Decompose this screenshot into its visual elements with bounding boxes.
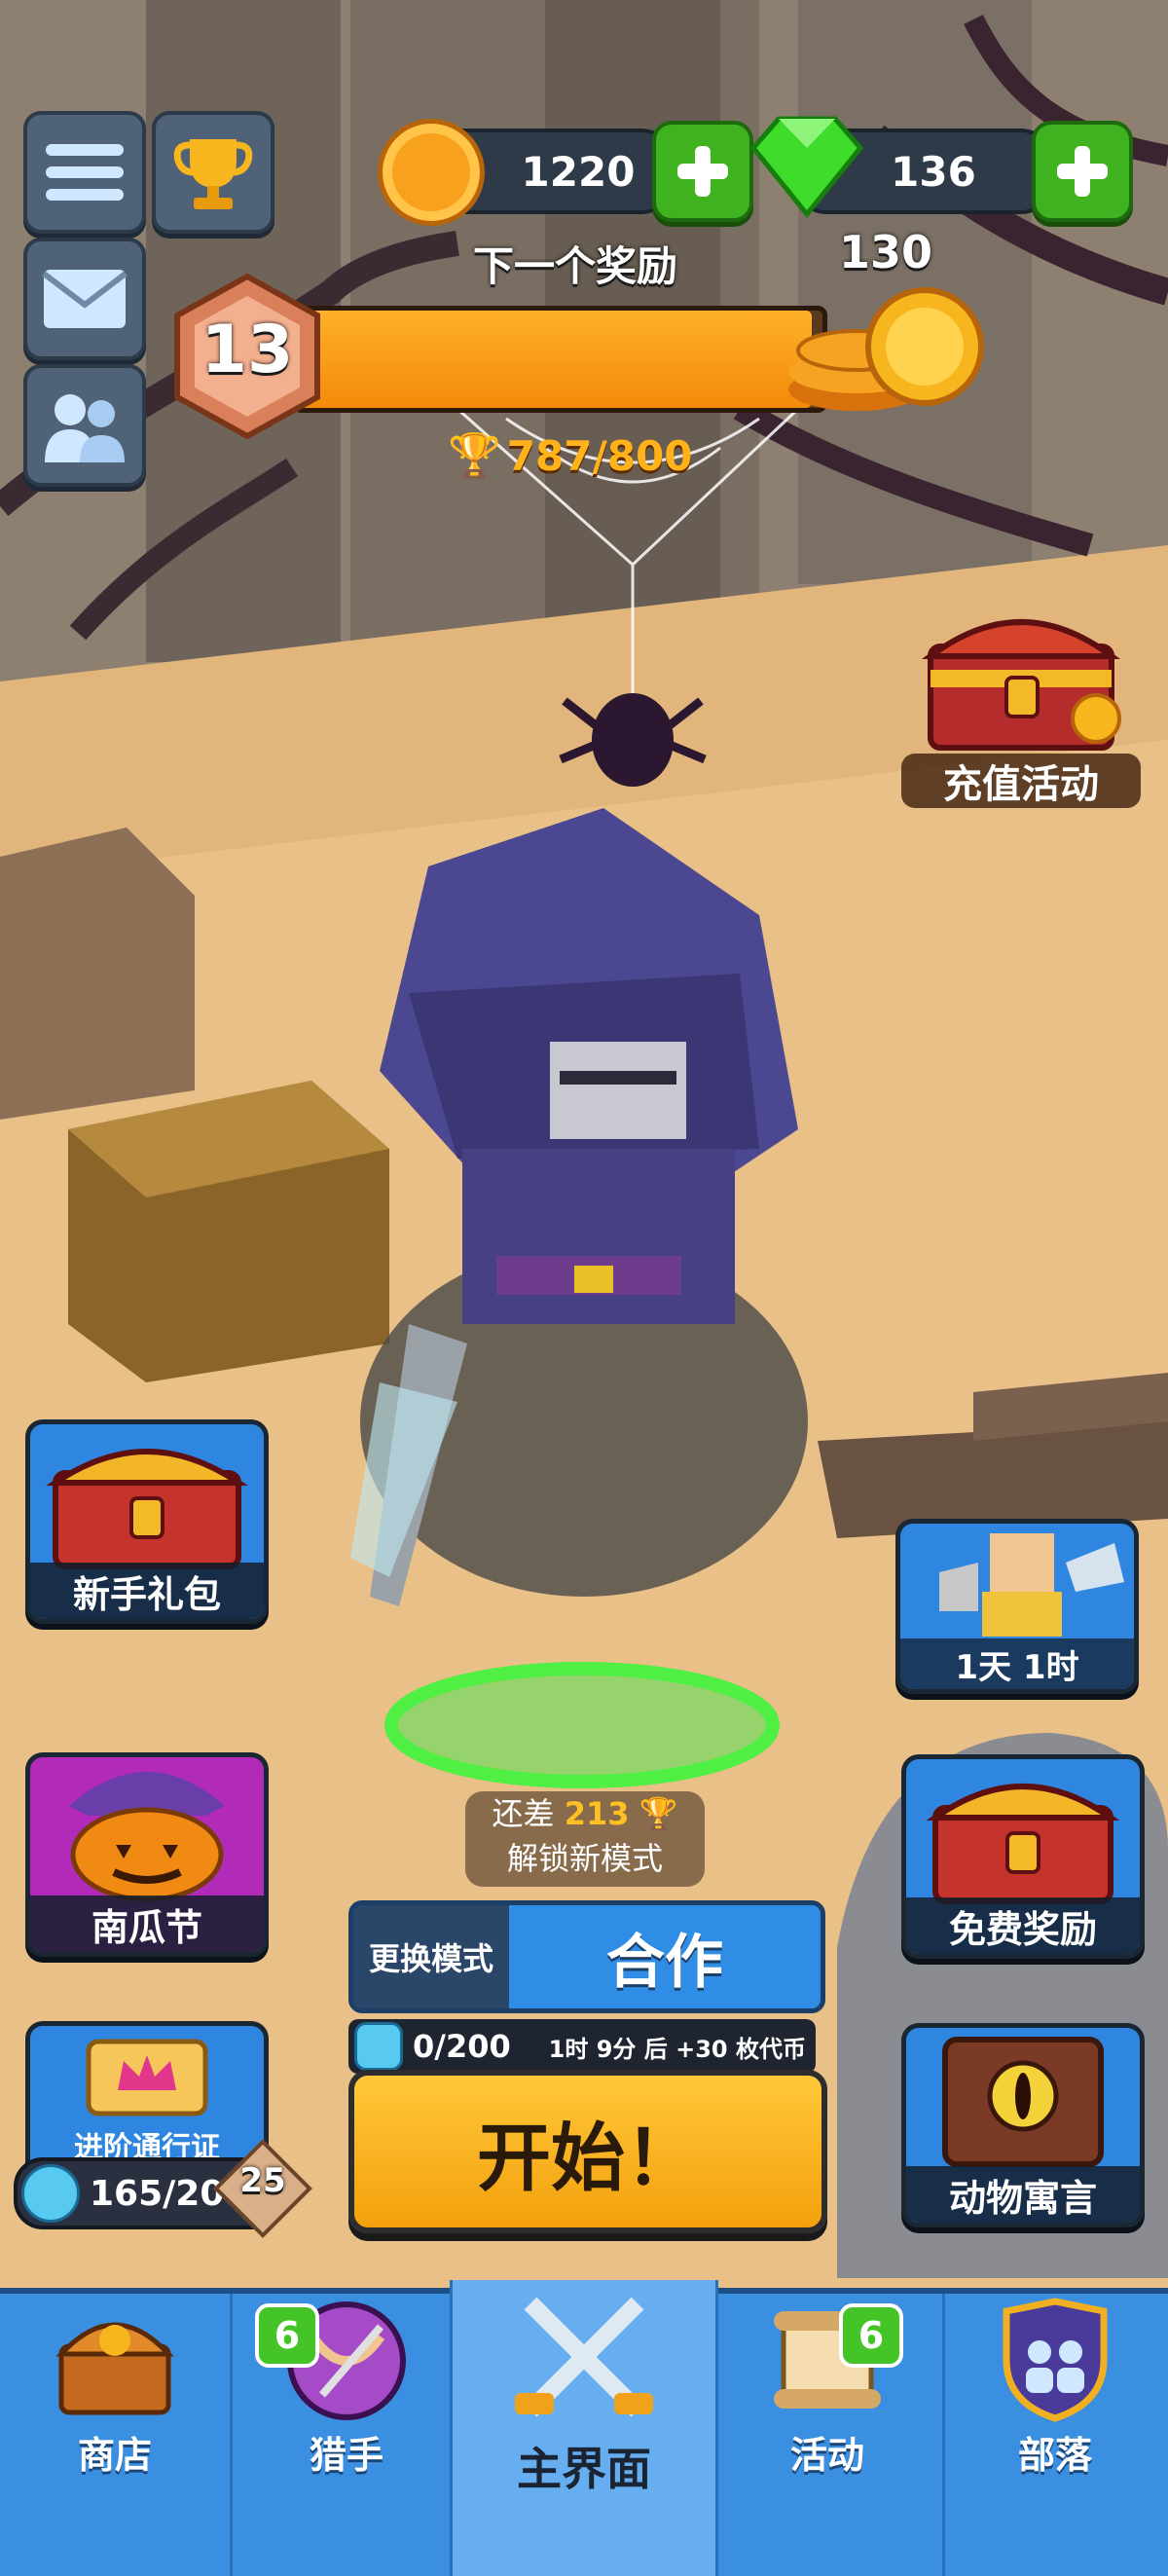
nav-clan[interactable]: 部落 (942, 2294, 1168, 2576)
trophy-progress: 🏆 787/800 (448, 426, 692, 485)
plus-icon (677, 146, 728, 197)
nav-clan-label: 部落 (1017, 2434, 1092, 2477)
crown-ticket-icon (86, 2039, 208, 2116)
unlock-amount: 213 (564, 1795, 630, 1832)
nav-home[interactable]: 主界面 (450, 2280, 718, 2576)
refill-suffix: 枚代币 (736, 2035, 806, 2063)
unlock-text: 解锁新模式 (506, 1840, 663, 1877)
nav-events[interactable]: 6 活动 (712, 2294, 945, 2576)
nav-hunters-badge: 6 (255, 2303, 319, 2368)
recharge-event-button[interactable]: 充值活动 (901, 588, 1141, 808)
trophy-icon (173, 139, 253, 209)
pumpkin-festival-button[interactable]: 南瓜节 (25, 1752, 269, 1957)
starter-pack-label: 新手礼包 (30, 1563, 264, 1619)
energy-refill-info: 1时 9分 后 +30 枚代币 (549, 2030, 806, 2064)
mail-button[interactable] (23, 238, 146, 360)
level-progress-fill (297, 311, 813, 408)
trophy-small-icon: 🏆 (448, 431, 501, 481)
start-button-label: 开始！ (477, 2115, 699, 2201)
coin-stack-icon (788, 287, 984, 411)
battle-pass-button[interactable]: 进阶通行证 (25, 2021, 269, 2177)
refill-time: 1时 9分 后 (548, 2035, 668, 2063)
pass-level-number: 25 (239, 2161, 286, 2200)
energy-icon (354, 2022, 403, 2071)
treasure-chest-icon (926, 1784, 1120, 1904)
pumpkin-festival-label: 南瓜节 (30, 1895, 264, 1952)
gem-amount: 136 (891, 147, 976, 196)
coin-icon (378, 119, 485, 226)
pumpkin-icon (69, 1772, 225, 1902)
nav-events-badge: 6 (839, 2303, 903, 2368)
change-mode-button[interactable]: 更换模式 (353, 1905, 509, 2008)
trophy-small-icon: 🏆 (639, 1795, 678, 1832)
coin-amount: 1220 (521, 147, 636, 196)
timed-offer-button[interactable]: 1天 1时 (895, 1519, 1139, 1694)
next-reward-label: 下一个奖励 (473, 242, 678, 290)
level-number: 13 (201, 312, 294, 388)
character-offer-icon (939, 1533, 1124, 1637)
starter-pack-button[interactable]: 新手礼包 (25, 1419, 269, 1624)
gem-icon (749, 116, 864, 218)
friends-icon (45, 394, 125, 462)
recharge-event-label: 充值活动 (901, 754, 1141, 808)
free-reward-button[interactable]: 免费奖励 (901, 1754, 1145, 1959)
shop-chest-icon (55, 2322, 174, 2415)
nav-home-label: 主界面 (517, 2443, 651, 2495)
friends-button[interactable] (23, 364, 146, 487)
current-mode-label: 合作 (606, 1928, 723, 1997)
nav-events-label: 活动 (789, 2434, 864, 2477)
offer-timer: 1天 1时 (900, 1638, 1134, 1689)
menu-button[interactable] (23, 111, 146, 234)
energy-value: 0/200 (413, 2028, 511, 2065)
nav-shop[interactable]: 商店 (0, 2294, 233, 2576)
plus-icon (1057, 146, 1108, 197)
free-reward-label: 免费奖励 (906, 1897, 1140, 1954)
refill-amount: +30 (675, 2035, 728, 2063)
level-progress-bar (292, 306, 827, 413)
trophy-count: 787/800 (506, 431, 693, 480)
nav-hunters-label: 猎手 (309, 2434, 383, 2477)
mail-icon (42, 270, 128, 328)
energy-bar: 0/200 1时 9分 后 +30 枚代币 (348, 2019, 816, 2074)
clan-shield-icon (1003, 2298, 1108, 2422)
pass-gem-icon (21, 2164, 80, 2223)
unlock-mode-hint: 还差 213 🏆 解锁新模式 (465, 1791, 705, 1887)
start-button[interactable]: 开始！ (348, 2070, 827, 2233)
monster-book-icon (942, 2037, 1104, 2167)
nav-shop-label: 商店 (77, 2434, 152, 2477)
nav-hunters[interactable]: 6 猎手 (232, 2294, 464, 2576)
buy-coins-button[interactable] (652, 121, 753, 222)
mode-selector[interactable]: 更换模式 合作 (348, 1900, 825, 2013)
treasure-chest-icon (46, 1449, 248, 1569)
buy-gems-button[interactable] (1032, 121, 1133, 222)
leaderboard-button[interactable] (152, 111, 274, 234)
unlock-prefix: 还差 (492, 1795, 555, 1832)
animal-fable-button[interactable]: 动物寓言 (901, 2023, 1145, 2227)
next-reward-amount: 130 (839, 226, 933, 278)
bottom-navigation: 商店 6 猎手 主界面 6 活动 部落 (0, 2280, 1168, 2576)
animal-fable-label: 动物寓言 (906, 2166, 1140, 2223)
crossed-swords-icon (515, 2297, 653, 2417)
hamburger-icon (46, 144, 124, 201)
treasure-chest-icon (922, 619, 1121, 751)
